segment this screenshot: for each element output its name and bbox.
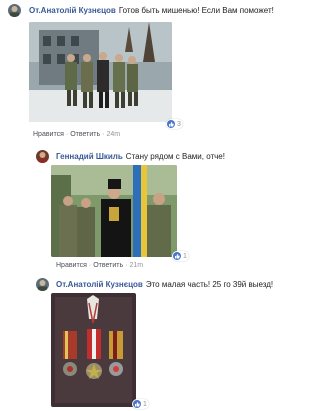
comment-text: Готов быть мишенью! Если Вам поможет!: [118, 6, 274, 15]
like-link[interactable]: Нравится: [56, 262, 87, 269]
reply-link[interactable]: Ответить: [93, 262, 123, 269]
comment-author[interactable]: Геннадий Шкиль: [56, 152, 123, 161]
avatar[interactable]: [36, 150, 49, 163]
comment-time[interactable]: 24m: [107, 131, 121, 138]
comment-time[interactable]: 21m: [130, 262, 144, 269]
avatar[interactable]: [36, 278, 49, 291]
reaction-count: 3: [177, 120, 181, 128]
like-link[interactable]: Нравится: [33, 131, 64, 138]
reaction-count-badge[interactable]: 1: [172, 251, 189, 261]
reaction-count-badge[interactable]: 3: [166, 119, 183, 129]
reaction-count-badge[interactable]: 1: [132, 399, 149, 409]
comment-author[interactable]: От.Анатолій Кузнєцов: [56, 280, 143, 289]
reaction-count: 1: [143, 400, 147, 408]
like-reaction-icon: [167, 120, 175, 128]
comment-text: Стану рядом с Вами, отче!: [125, 152, 225, 161]
reply-link[interactable]: Ответить: [70, 131, 100, 138]
reaction-count: 1: [183, 252, 187, 260]
avatar[interactable]: [8, 4, 21, 17]
comment-text: Это малая часть! 25 го 39й выезд!: [145, 280, 274, 289]
soldiers-group-photo[interactable]: [29, 22, 172, 122]
like-reaction-icon: [173, 252, 181, 260]
like-reaction-icon: [133, 400, 141, 408]
medals-photo[interactable]: [51, 293, 136, 407]
priest-with-soldiers-photo[interactable]: [51, 165, 177, 257]
comment-author[interactable]: От.Анатолій Кузнєцов: [29, 6, 116, 15]
